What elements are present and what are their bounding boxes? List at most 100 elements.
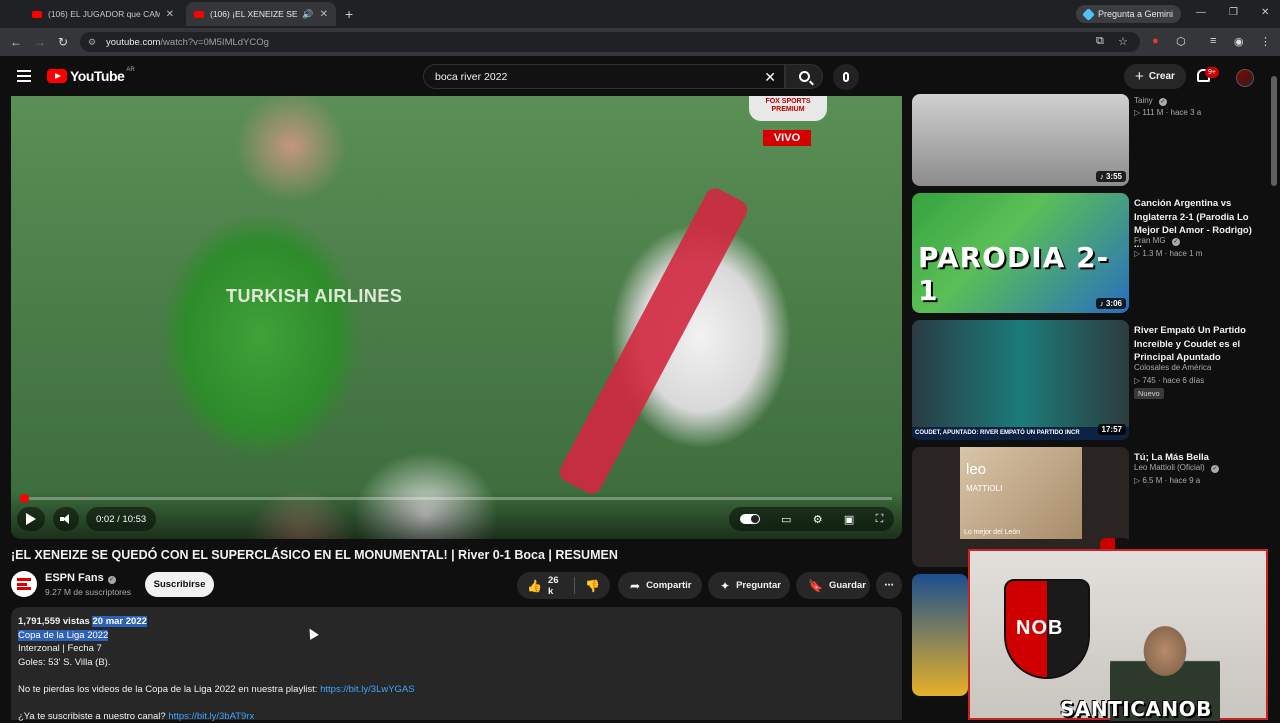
video-player[interactable]: TURKISH AIRLINES FOX SPORTS PREMIUM VIVO… (11, 96, 902, 539)
ask-button[interactable]: ✦ Preguntar (708, 572, 790, 599)
url-field[interactable]: ⚙ youtube.com/watch?v=0M5IMLdYCOg (80, 32, 1140, 52)
video-title: ¡EL XENEIZE SE QUEDÓ CON EL SUPERCLÁSICO… (11, 548, 618, 562)
save-label: Guardar (829, 580, 866, 591)
forward-icon[interactable]: → (34, 35, 46, 49)
autoplay-toggle[interactable] (740, 514, 760, 524)
rec-stats: ▷ 1.3 M · hace 1 m (1134, 247, 1202, 260)
espn-logo-icon (17, 578, 31, 590)
video-thumbnail[interactable] (912, 574, 968, 696)
search-icon (799, 71, 810, 82)
thumb-lower-third: COUDET, APUNTADO: RIVER EMPATÓ UN PARTID… (912, 427, 1129, 440)
browser-tab-2[interactable]: (106) ¡EL XENEIZE SE QUEDÓ 🔊 ✕ (186, 2, 336, 26)
cover-caption: Lo mejor del León (964, 529, 1020, 536)
subtitles-icon[interactable]: ▭ (781, 513, 791, 526)
clear-search-icon[interactable]: ✕ (764, 69, 776, 86)
jersey-sponsor-text: TURKISH AIRLINES (226, 286, 402, 306)
rec-stats: ▷ 745 · hace 6 días (1134, 374, 1204, 387)
subscribe-button[interactable]: Suscribirse (145, 572, 214, 597)
scrollbar[interactable] (1271, 76, 1277, 186)
browser-tab-1[interactable]: (106) EL JUGADOR que CAMBIÓ ✕ (24, 2, 182, 26)
profile-icon[interactable]: ◉ (1234, 35, 1244, 48)
description-text: No te pierdas los videos de la Copa de l… (18, 684, 320, 695)
gemini-button[interactable]: Pregunta a Gemini (1076, 5, 1181, 23)
thumb-text-main: PARODIA (918, 241, 1065, 274)
channel-name[interactable]: ESPN Fans✓ (45, 572, 116, 584)
reload-icon[interactable]: ↻ (58, 35, 68, 49)
restore-icon[interactable]: ❐ (1229, 7, 1238, 18)
close-window-icon[interactable]: ✕ (1261, 7, 1269, 18)
youtube-favicon-icon (32, 11, 42, 18)
settings-gear-icon[interactable]: ⚙ (813, 513, 823, 526)
search-button[interactable] (785, 64, 823, 89)
cover-text-main: leo (966, 461, 986, 478)
rec-views: 6.5 M (1142, 476, 1162, 485)
description-line: Interzonal | Fecha 7 (18, 642, 895, 656)
bookmark-star-icon[interactable]: ☆ (1118, 35, 1128, 48)
more-actions-button[interactable]: ⋯ (876, 572, 902, 599)
playlist-link[interactable]: https://bit.ly/3LwYGAS (320, 684, 415, 695)
thumbs-up-icon: 👍 (527, 579, 542, 593)
recommendation-item[interactable] (912, 574, 968, 694)
description-line: ¿Ya te suscribiste a nuestro canal? http… (18, 710, 895, 723)
ask-label: Preguntar (736, 580, 781, 591)
duration-text: 3:55 (1106, 172, 1122, 181)
like-button[interactable]: 👍 26 k (517, 572, 574, 599)
duration-text: 3:06 (1106, 299, 1122, 308)
streamer-name: SANTICANOB (1060, 697, 1212, 721)
install-icon[interactable]: ⧉ (1096, 35, 1104, 48)
save-button[interactable]: 🔖 Guardar (796, 572, 870, 599)
rec-channel[interactable]: Fran MG ✓ (1134, 234, 1180, 247)
minimize-icon[interactable]: — (1196, 7, 1206, 18)
description-box[interactable]: 1,791,559 vistas 20 mar 2022 Copa de la … (11, 607, 902, 720)
dislike-button[interactable]: 👎 (575, 572, 610, 599)
rec-channel-text: Fran MG (1134, 236, 1166, 245)
play-button[interactable] (17, 507, 45, 531)
site-info-icon[interactable]: ⚙ (88, 37, 96, 48)
notification-badge: 9+ (1205, 67, 1219, 78)
tab-title: (106) EL JUGADOR que CAMBIÓ (48, 9, 160, 19)
jersey-stripe (556, 185, 751, 497)
progress-bar[interactable] (21, 497, 892, 500)
recommendation-item[interactable]: PARODIA 2-1 ♪ 3:06 Canción Argentina vs … (912, 193, 1272, 313)
fullscreen-icon[interactable]: ⛶ (876, 513, 884, 526)
avatar[interactable] (1236, 69, 1254, 87)
duration-badge: ♪ 3:55 (1096, 171, 1126, 182)
volume-icon (60, 514, 72, 524)
video-thumbnail[interactable]: ♪ 3:55 (912, 94, 1129, 186)
theater-mode-icon[interactable]: ▣ (844, 513, 854, 526)
rec-channel-text: Leo Mattioli (Oficial) (1134, 463, 1205, 472)
rec-channel[interactable]: Colosales de América (1134, 361, 1211, 374)
youtube-logo[interactable]: YouTube AR (47, 68, 135, 84)
description-line: No te pierdas los videos de la Copa de l… (18, 683, 895, 697)
media-control-icon[interactable]: ≡ (1210, 35, 1216, 47)
extension-badge-icon[interactable]: ● (1152, 35, 1159, 47)
tab-title: (106) ¡EL XENEIZE SE QUEDÓ (210, 9, 298, 19)
rec-age: hace 1 m (1170, 249, 1203, 258)
hamburger-menu-icon[interactable] (17, 70, 31, 82)
share-button[interactable]: ➦ Compartir (618, 572, 702, 599)
channel-avatar[interactable] (11, 571, 37, 597)
search-input[interactable]: boca river 2022 ✕ (423, 64, 785, 89)
menu-kebab-icon[interactable]: ⋮ (1260, 35, 1271, 48)
extensions-icon[interactable]: ⬡ (1176, 35, 1186, 48)
plus-icon: + (1135, 68, 1144, 85)
bookmark-icon: 🔖 (808, 579, 823, 593)
video-thumbnail[interactable]: PARODIA 2-1 ♪ 3:06 (912, 193, 1129, 313)
blank-line (18, 696, 895, 710)
create-button[interactable]: + Crear (1124, 64, 1186, 89)
microphone-icon (843, 72, 849, 82)
speaker-icon[interactable]: 🔊 (302, 9, 313, 20)
rec-title[interactable]: River Empató Un Partido Increíble y Coud… (1134, 324, 1262, 365)
rec-channel[interactable]: Leo Mattioli (Oficial) ✓ (1134, 461, 1219, 474)
subscriber-count: 9.27 M de suscriptores (45, 587, 131, 597)
back-icon[interactable]: ← (10, 35, 22, 49)
video-thumbnail[interactable]: COUDET, APUNTADO: RIVER EMPATÓ UN PARTID… (912, 320, 1129, 440)
recommendation-item[interactable]: COUDET, APUNTADO: RIVER EMPATÓ UN PARTID… (912, 320, 1272, 440)
close-tab-icon[interactable]: ✕ (320, 9, 328, 20)
close-tab-icon[interactable]: ✕ (166, 9, 174, 20)
progress-scrubber[interactable] (20, 494, 29, 503)
mute-button[interactable] (53, 507, 79, 531)
voice-search-button[interactable] (833, 64, 859, 90)
new-tab-icon[interactable]: + (345, 6, 353, 22)
rec-stats: ▷ 6.5 M · hace 9 a (1134, 474, 1200, 487)
